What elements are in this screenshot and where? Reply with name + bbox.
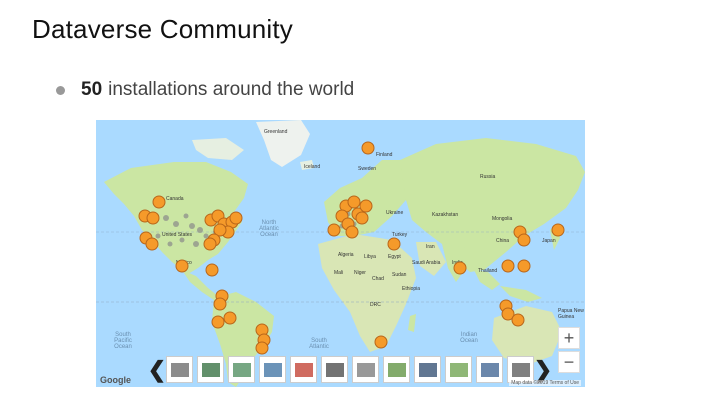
installation-pin[interactable]	[355, 211, 369, 225]
map-attribution[interactable]: Map data ©2019 Terms of Use	[509, 380, 581, 386]
label-saudi-arabia: Saudi Arabia	[412, 260, 441, 266]
label-ethiopia: Ethiopia	[402, 286, 421, 292]
label-iceland: Iceland	[304, 164, 321, 170]
label-south-atlantic: South Atlantic	[309, 338, 329, 350]
label-egypt: Egypt	[388, 254, 401, 260]
label-north-atlantic: North Atlantic Ocean	[259, 220, 279, 238]
installation-pin[interactable]	[511, 313, 525, 327]
partner-logo[interactable]	[259, 356, 286, 383]
label-finland: Finland	[376, 152, 393, 158]
partner-logo[interactable]	[383, 356, 410, 383]
label-sweden: Sweden	[358, 166, 377, 172]
label-canada: Canada	[166, 196, 184, 202]
installation-pin[interactable]	[374, 335, 388, 349]
installation-pin[interactable]	[387, 237, 401, 251]
label-libya: Libya	[364, 254, 376, 260]
slide-title: Dataverse Community	[32, 14, 293, 44]
google-logo: Google	[100, 375, 131, 385]
label-indian-ocean: Indian Ocean	[460, 332, 478, 344]
label-niger: Niger	[354, 270, 366, 276]
installation-pin[interactable]	[213, 297, 227, 311]
label-drc: DRC	[370, 302, 381, 308]
installation-pin[interactable]	[501, 259, 515, 273]
logo-graphic	[201, 362, 220, 377]
installation-pin[interactable]	[361, 141, 375, 155]
label-united-states: United States	[162, 232, 193, 238]
partner-logo[interactable]	[290, 356, 317, 383]
partner-logo[interactable]	[476, 356, 503, 383]
partner-logo[interactable]	[228, 356, 255, 383]
label-russia: Russia	[480, 174, 496, 180]
logo-graphic	[449, 362, 468, 377]
installation-pin[interactable]	[145, 237, 159, 251]
logo-graphic	[232, 362, 251, 377]
bullet-dot	[56, 85, 65, 95]
installation-pin[interactable]	[517, 259, 531, 273]
installation-pin[interactable]	[146, 211, 160, 225]
partner-logo[interactable]	[197, 356, 224, 383]
installation-pin[interactable]	[345, 225, 359, 239]
installation-pin[interactable]	[175, 259, 189, 273]
logo-graphic	[387, 362, 406, 377]
installation-pin[interactable]	[359, 199, 373, 213]
label-ukraine: Ukraine	[386, 210, 404, 216]
label-kazakhstan: Kazakhstan	[432, 212, 459, 218]
partner-logo[interactable]	[166, 356, 193, 383]
zoom-out-button[interactable]: −	[558, 351, 580, 373]
label-greenland: Greenland	[264, 129, 288, 135]
partner-logo[interactable]	[414, 356, 441, 383]
label-mali: Mali	[334, 270, 344, 276]
installation-count: 50	[81, 79, 103, 100]
partner-logo[interactable]	[507, 356, 534, 383]
zoom-in-button[interactable]: +	[558, 327, 580, 349]
installation-pin[interactable]	[453, 261, 467, 275]
partner-logo[interactable]	[321, 356, 348, 383]
world-map[interactable]: Greenland Iceland Finland Sweden Russia …	[96, 120, 585, 387]
logo-graphic	[511, 362, 530, 377]
logo-graphic	[263, 362, 282, 377]
installation-pin[interactable]	[152, 195, 166, 209]
label-china: China	[496, 238, 510, 244]
label-mongolia: Mongolia	[492, 216, 513, 222]
label-thailand: Thailand	[478, 268, 498, 274]
logo-graphic	[418, 362, 437, 377]
bullet-item: 50 installations around the world	[56, 79, 354, 101]
label-sudan: Sudan	[392, 272, 407, 278]
logo-list	[164, 356, 536, 383]
installation-pin[interactable]	[255, 341, 269, 355]
label-japan: Japan	[542, 238, 556, 244]
carousel-next-button[interactable]: ❯	[534, 356, 552, 383]
logo-graphic	[325, 362, 344, 377]
installation-pin[interactable]	[327, 223, 341, 237]
logo-graphic	[480, 362, 499, 377]
partner-logo[interactable]	[445, 356, 472, 383]
bullet-text: installations around the world	[108, 79, 355, 100]
installation-pin[interactable]	[223, 311, 237, 325]
logo-graphic	[356, 362, 375, 377]
label-iran: Iran	[426, 244, 435, 250]
partner-logo[interactable]	[352, 356, 379, 383]
installation-pin[interactable]	[517, 233, 531, 247]
installation-pin[interactable]	[551, 223, 565, 237]
label-algeria: Algeria	[338, 252, 354, 258]
label-south-pacific: South Pacific Ocean	[114, 332, 132, 350]
installation-pin[interactable]	[211, 315, 225, 329]
label-papua: Papua New Guinea	[558, 308, 584, 320]
label-chad: Chad	[372, 276, 384, 282]
carousel-prev-button[interactable]: ❮	[148, 356, 166, 383]
installation-pin[interactable]	[203, 237, 217, 251]
logo-graphic	[170, 362, 189, 377]
installation-pin[interactable]	[229, 211, 243, 225]
installation-pin[interactable]	[205, 263, 219, 277]
logo-carousel: ❮ ❯	[148, 356, 552, 383]
logo-graphic	[294, 362, 313, 377]
